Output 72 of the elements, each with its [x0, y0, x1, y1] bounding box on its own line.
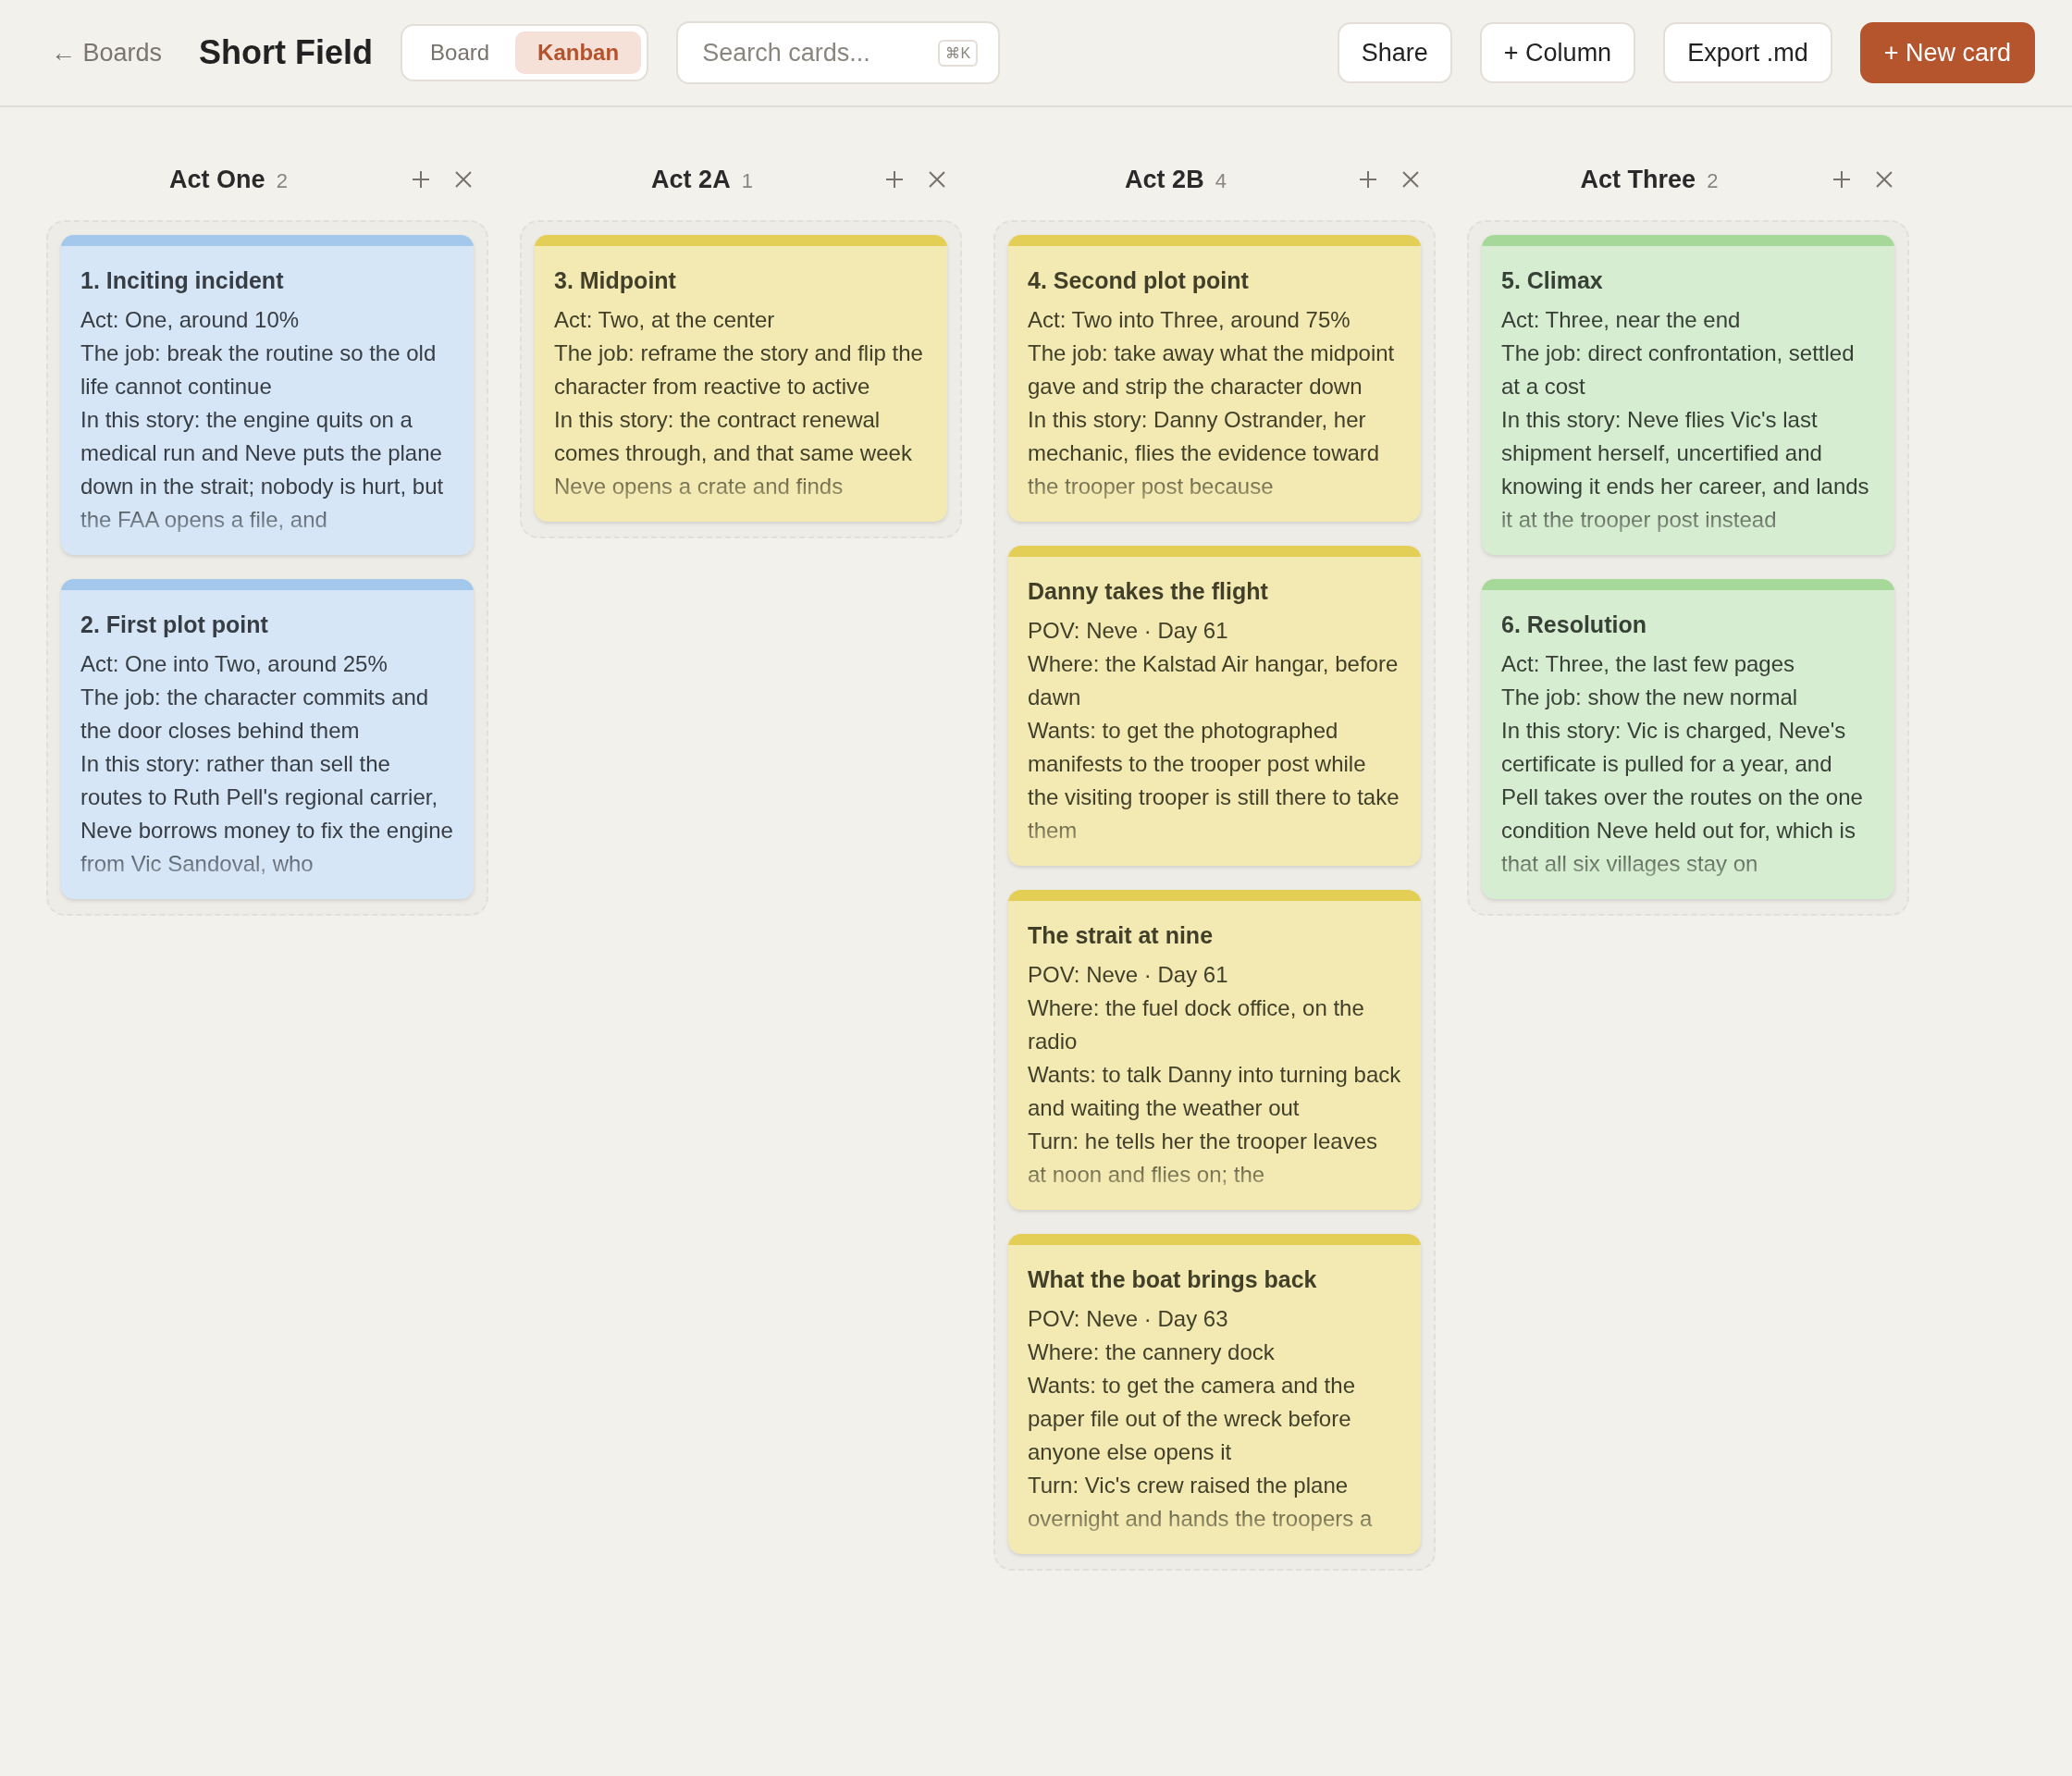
story-card[interactable] — [1482, 579, 1894, 899]
card-text: The job: take away what the midpoint gave and strip the character down — [1028, 339, 1396, 401]
card-text: In this story: rather than sell the routes to Ruth Pell's regional carrier, Neve borrows money to fix the engine from Vic Sandoval, who — [80, 750, 454, 878]
card-text: Wants: to get the camera and the paper file out of the wreck before anyone else opens it — [1028, 1372, 1356, 1466]
card-text: In this story: the contract renewal comes through, and that same week Neve opens a crate and finds — [554, 406, 913, 500]
close-icon — [927, 169, 947, 190]
card-count: 4 — [1215, 168, 1227, 193]
close-icon — [453, 169, 474, 190]
view-tab[interactable]: Kanban — [515, 31, 642, 74]
card-count: 1 — [741, 168, 753, 193]
card-text: In this story: the engine quits on a medical run and Neve puts the plane down in the strait; nobody is hurt, but the FAA opens a file, and — [80, 406, 445, 534]
board-title: Short Field — [199, 33, 374, 72]
story-card[interactable] — [61, 579, 474, 899]
card-text: The job: show the new normal — [1501, 684, 1799, 711]
card-text: Where: the cannery dock — [1028, 1338, 1276, 1366]
story-card[interactable] — [1482, 235, 1894, 555]
plus-icon — [1358, 169, 1378, 190]
card-text: Wants: to get the photographed manifests to the trooper post while the visiting trooper is still there to take them — [1028, 717, 1400, 845]
plus-icon — [884, 169, 905, 190]
shortcut-hint: ⌘K — [938, 40, 979, 67]
close-icon — [1874, 169, 1894, 190]
column-title: Act Three — [1580, 165, 1696, 194]
card-title: The strait at nine — [1028, 921, 1215, 950]
card-text: The job: reframe the story and flip the character from reactive to active — [554, 339, 924, 401]
card-text: The job: break the routine so the old life cannot continue — [80, 339, 438, 401]
story-card[interactable] — [1008, 235, 1421, 522]
card-text: POV: Neve · Day 61 — [1028, 961, 1229, 989]
card-title: Danny takes the flight — [1028, 577, 1269, 606]
card-text: Wants: to talk Danny into turning back and waiting the weather out — [1028, 1061, 1401, 1122]
plus-icon — [1832, 169, 1852, 190]
card-text: Turn: he tells her the trooper leaves at noon and flies on; the — [1028, 1128, 1378, 1189]
story-card[interactable] — [61, 235, 474, 555]
card-title: What the boat brings back — [1028, 1265, 1318, 1294]
card-text: POV: Neve · Day 61 — [1028, 617, 1229, 645]
card-text: Turn: Vic's crew raised the plane overnight and hands the troopers a — [1028, 1472, 1374, 1533]
story-card[interactable] — [1008, 1234, 1421, 1554]
card-text: Act: One into Two, around 25% — [80, 650, 388, 678]
card-text: Act: Three, the last few pages — [1501, 650, 1796, 678]
column-title: Act One — [169, 165, 265, 194]
card-text: Act: One, around 10% — [80, 306, 301, 334]
toolbar-button[interactable]: Export .md — [1663, 22, 1832, 83]
toolbar-button[interactable]: Share — [1337, 22, 1452, 83]
card-title: 6. Resolution — [1501, 610, 1647, 639]
card-text: Act: Three, near the end — [1501, 306, 1742, 334]
card-title: 5. Climax — [1501, 266, 1604, 295]
close-icon — [1400, 169, 1421, 190]
card-text: In this story: Danny Ostrander, her mechanic, flies the evidence toward the trooper post because — [1028, 406, 1381, 500]
new-card-button[interactable]: + New card — [1859, 22, 2035, 83]
back-link[interactable]: ← Boards — [51, 38, 163, 68]
card-text: Where: the fuel dock office, on the radio — [1028, 994, 1365, 1055]
card-count: 2 — [1707, 168, 1719, 193]
card-text: Act: Two into Three, around 75% — [1028, 306, 1351, 334]
card-title: 3. Midpoint — [554, 266, 677, 295]
story-card[interactable] — [535, 235, 947, 522]
story-card[interactable] — [1008, 890, 1421, 1210]
toolbar-button[interactable]: + Column — [1479, 22, 1636, 83]
card-count: 2 — [276, 168, 288, 193]
card-text: The job: direct confrontation, settled at a cost — [1501, 339, 1856, 401]
plus-icon — [411, 169, 431, 190]
column-title: Act 2B — [1125, 165, 1204, 194]
view-tab[interactable]: Board — [408, 31, 512, 74]
story-card[interactable]: Danny takes the flight POV: Neve · Day 61 Where: the Kalstad Air hangar, before dawn Wants: to get the photographed manifests to the trooper post while the visiting trooper is still there to take them — [1008, 546, 1421, 866]
card-text: Where: the Kalstad Air hangar, before dawn — [1028, 650, 1400, 711]
card-text: In this story: Neve flies Vic's last shipment herself, uncertified and knowing it ends her career, and lands it at the trooper post instead — [1501, 406, 1870, 534]
card-text: In this story: Vic is charged, Neve's certificate is pulled for a year, and Pell takes over the routes on the one condition Neve held out for, which is that all six villages stay on — [1501, 717, 1864, 878]
card-text: The job: the character commits and the door closes behind them — [80, 684, 430, 745]
card-text: POV: Neve · Day 63 — [1028, 1305, 1229, 1333]
card-title: 1. Inciting incident — [80, 266, 285, 295]
column-title: Act 2A — [651, 165, 731, 194]
card-text: Act: Two, at the center — [554, 306, 776, 334]
card-title: 2. First plot point — [80, 610, 269, 639]
card-title: 4. Second plot point — [1028, 266, 1250, 295]
